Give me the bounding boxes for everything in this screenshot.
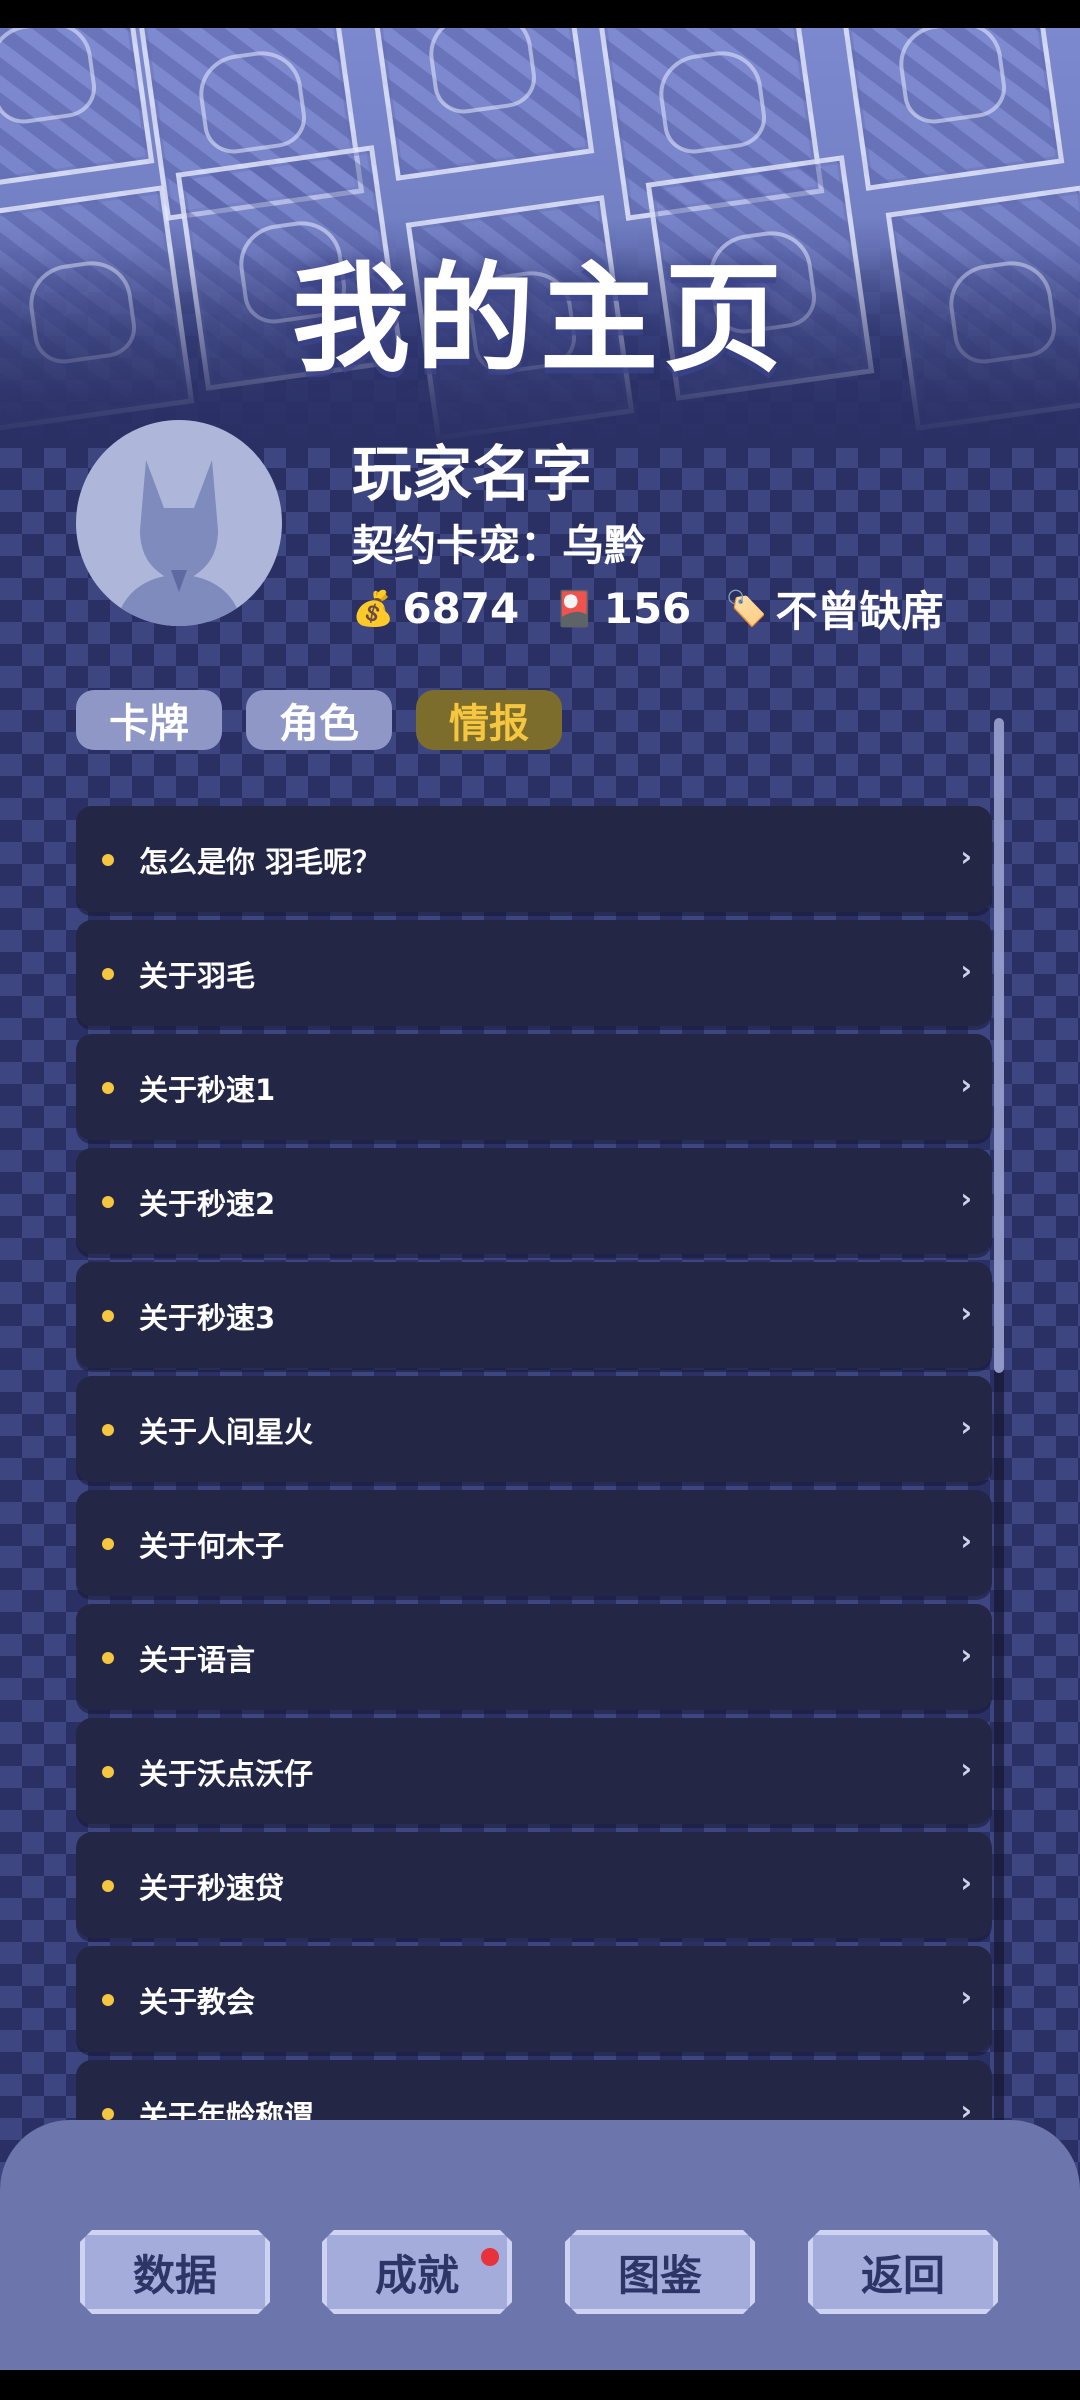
list-item[interactable]: 关于人间星火 › [76,1376,992,1482]
chevron-right-icon: › [960,1182,972,1215]
chevron-right-icon: › [960,954,972,987]
cards-count: 156 [603,584,692,633]
bullet-icon [102,1538,114,1550]
list-item-label: 关于秒速贷 [139,1871,285,1905]
tab-intel[interactable]: 情报 [416,690,562,750]
bullet-icon [102,968,114,980]
tab-bar: 卡牌 角色 情报 [76,690,562,750]
tag-icon: 🏷️ [725,588,768,629]
bullet-icon [102,2108,114,2120]
bullet-icon [102,1310,114,1322]
chevron-right-icon: › [960,1866,972,1899]
list-item-label: 关于秒速1 [139,1073,276,1107]
bullet-icon [102,1424,114,1436]
chevron-right-icon: › [960,1638,972,1671]
tab-characters[interactable]: 角色 [246,690,392,750]
bottom-nav-bar: 数据 成就 图鉴 返回 [0,2120,1080,2370]
player-name: 玩家名字 [352,440,592,510]
achievements-button[interactable]: 成就 [322,2230,512,2314]
list-item[interactable]: 关于语言 › [76,1604,992,1710]
app-screen: 我的主页 玩家名字 契约卡宠：乌黔 💰 6874 🎴 156 🏷️ 不曾缺席 卡… [0,28,1080,2370]
notification-dot-icon [481,2248,499,2266]
money-bag-icon: 💰 [352,588,395,629]
list-item[interactable]: 关于羽毛 › [76,920,992,1026]
chevron-right-icon: › [960,1068,972,1101]
list-item[interactable]: 关于教会 › [76,1946,992,2052]
list-item-label: 关于语言 [139,1643,256,1677]
list-item[interactable]: 关于秒速3 › [76,1262,992,1368]
list-item-label: 关于秒速3 [139,1301,276,1335]
list-item-label: 关于秒速2 [139,1187,276,1221]
list-item[interactable]: 关于秒速2 › [76,1148,992,1254]
bullet-icon [102,1082,114,1094]
list-item-label: 关于人间星火 [139,1415,314,1449]
page-title: 我的主页 [291,250,788,388]
list-item-label: 关于教会 [139,1985,256,2019]
back-button[interactable]: 返回 [808,2230,998,2314]
avatar[interactable] [76,420,282,626]
bullet-icon [102,1196,114,1208]
list-item[interactable]: 关于沃点沃仔 › [76,1718,992,1824]
list-item[interactable]: 怎么是你 羽毛呢？ › [76,806,992,912]
fox-silhouette-icon [116,460,242,626]
list-item[interactable]: 关于秒速1 › [76,1034,992,1140]
bullet-icon [102,1766,114,1778]
player-stats: 💰 6874 🎴 156 🏷️ 不曾缺席 [352,578,978,639]
scrollbar-thumb[interactable] [994,718,1004,1373]
card-icon: 🎴 [553,588,596,629]
list-item-label: 怎么是你 羽毛呢？ [139,845,382,879]
list-item-label: 关于何木子 [139,1529,285,1563]
list-item-label: 关于沃点沃仔 [139,1757,314,1791]
chevron-right-icon: › [960,1980,972,2013]
contract-pet-label: 契约卡宠：乌黔 [352,521,647,570]
chevron-right-icon: › [960,840,972,873]
list-item[interactable]: 关于年龄称谓 › [76,2060,992,2128]
bullet-icon [102,1994,114,2006]
chevron-right-icon: › [960,1410,972,1443]
coins-value: 6874 [402,584,520,633]
list-scrollbar[interactable] [994,718,1004,2128]
intel-list: 怎么是你 羽毛呢？ › 关于羽毛 › 关于秒速1 › 关于秒速2 › 关于秒速3 › 关于… [76,780,992,2128]
title-tag: 不曾缺席 [775,587,944,636]
data-button[interactable]: 数据 [80,2230,270,2314]
tab-cards[interactable]: 卡牌 [76,690,222,750]
chevron-right-icon: › [960,1752,972,1785]
bullet-icon [102,1880,114,1892]
collection-button[interactable]: 图鉴 [565,2230,755,2314]
list-item[interactable]: 关于何木子 › [76,1490,992,1596]
chevron-right-icon: › [960,1524,972,1557]
list-item-label: 关于羽毛 [139,959,256,993]
bullet-icon [102,854,114,866]
bullet-icon [102,1652,114,1664]
chevron-right-icon: › [960,1296,972,1329]
list-item[interactable]: 关于秒速贷 › [76,1832,992,1938]
